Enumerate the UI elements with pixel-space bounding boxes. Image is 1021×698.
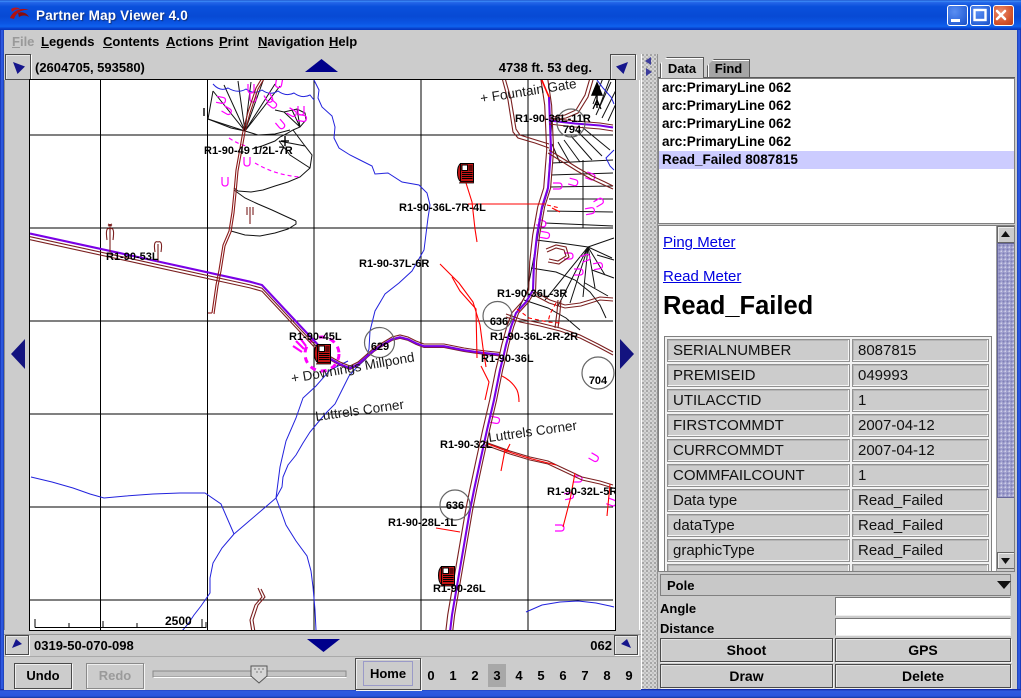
svg-text:636: 636 [490,316,508,328]
svg-text:Luttrels Corner: Luttrels Corner [314,397,405,424]
svg-text:R1-90-36L: R1-90-36L [481,353,534,365]
svg-text:R1-90-45L: R1-90-45L [289,331,342,343]
svg-text:R1-90-36L-3R: R1-90-36L-3R [497,288,567,300]
svg-text:Luttrels Corner: Luttrels Corner [487,418,578,445]
svg-text:R1-90-53L: R1-90-53L [106,251,159,263]
svg-text:R1-90-36L-2R-2R: R1-90-36L-2R-2R [490,331,578,343]
svg-text:R1-90-28L-1L: R1-90-28L-1L [388,517,457,529]
svg-text:R1-90-37L-6R: R1-90-37L-6R [359,258,429,270]
svg-text:+ Downings Millpond: + Downings Millpond [290,349,416,385]
svg-text:794: 794 [563,124,582,136]
svg-text:704: 704 [589,375,608,387]
svg-text:629: 629 [371,341,389,353]
svg-text:R1-90-32L-5R: R1-90-32L-5R [547,486,615,498]
svg-text:636: 636 [446,500,464,512]
svg-text:R1-90-36L-7R-4L: R1-90-36L-7R-4L [399,202,486,214]
svg-text:R1-90-26L: R1-90-26L [433,583,486,595]
svg-text:R1-90-49 1/2L-7R: R1-90-49 1/2L-7R [204,145,293,157]
svg-text:R1-90-32L: R1-90-32L [440,439,493,451]
svg-text:2500: 2500 [165,614,192,628]
